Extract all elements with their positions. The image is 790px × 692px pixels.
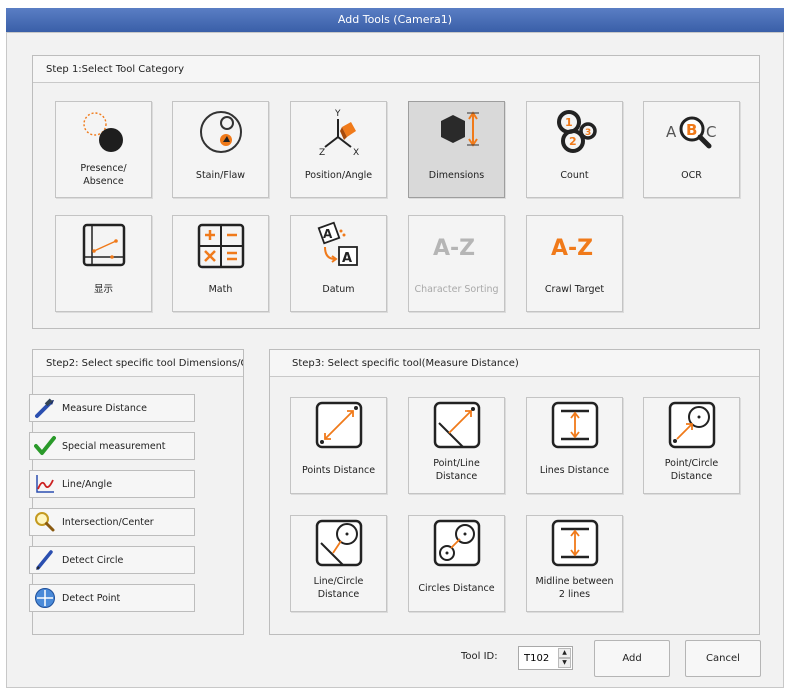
- svg-text:2: 2: [569, 135, 577, 148]
- step3-title: Step3: Select specific tool(Measure Dist…: [270, 350, 759, 377]
- window-title: Add Tools (Camera1): [6, 8, 784, 32]
- detect-point-button[interactable]: Detect Point: [29, 584, 195, 612]
- tile-chart-display[interactable]: 显示: [55, 215, 152, 312]
- svg-text:3: 3: [585, 128, 591, 138]
- svg-text:1: 1: [565, 116, 573, 129]
- svg-text:A: A: [323, 227, 333, 241]
- tile-label: Line/Circle Distance: [313, 576, 364, 600]
- tile-count[interactable]: 1 2 3 Count: [526, 101, 623, 198]
- caliper-icon: [35, 398, 54, 418]
- tile-points-distance[interactable]: Points Distance: [290, 397, 387, 494]
- circles-distance-icon: [433, 519, 480, 567]
- svg-text:A: A: [666, 123, 677, 141]
- svg-text:Z: Z: [319, 148, 325, 157]
- dimensions-icon: [440, 111, 479, 147]
- tile-midline[interactable]: Midline between 2 lines: [526, 515, 623, 612]
- spin-arrows: ▲ ▼: [558, 648, 571, 668]
- tile-circles-distance[interactable]: Circles Distance: [408, 515, 505, 612]
- svg-text:B: B: [686, 121, 697, 139]
- add-tools-dialog: Step 1:Select Tool Category Presence/ Ab…: [6, 32, 784, 688]
- points-distance-icon: [315, 401, 362, 449]
- special-measurement-button[interactable]: Special measurement: [29, 432, 195, 460]
- tile-label: Midline between 2 lines: [535, 576, 614, 600]
- lines-distance-icon: [551, 401, 598, 449]
- tool-id-input[interactable]: [519, 647, 557, 669]
- svg-text:A: A: [342, 251, 352, 266]
- special-measurement-label: Special measurement: [62, 440, 166, 452]
- tile-datum[interactable]: A A Datum: [290, 215, 387, 312]
- spin-down-icon[interactable]: ▼: [558, 658, 571, 668]
- svg-text:X: X: [353, 148, 359, 157]
- detect-point-label: Detect Point: [62, 592, 121, 604]
- tile-line-circle-distance[interactable]: Line/Circle Distance: [290, 515, 387, 612]
- tile-math[interactable]: Math: [172, 215, 269, 312]
- line-graph-icon: [36, 475, 54, 493]
- intersection-center-label: Intersection/Center: [62, 516, 154, 528]
- line-angle-button[interactable]: Line/Angle: [29, 470, 195, 498]
- count-icon: 1 2 3: [556, 110, 597, 153]
- step1-title: Step 1:Select Tool Category: [33, 56, 759, 83]
- stain-flaw-icon: [199, 111, 242, 153]
- crawl-target-icon: A-Z: [551, 236, 593, 261]
- tile-position-angle[interactable]: Y Z X Position/Angle: [290, 101, 387, 198]
- intersection-center-button[interactable]: Intersection/Center: [29, 508, 195, 536]
- svg-text:A-Z: A-Z: [551, 236, 593, 261]
- character-sorting-icon: A-Z: [433, 236, 475, 261]
- datum-icon: A A: [317, 221, 358, 266]
- measure-distance-label: Measure Distance: [62, 402, 147, 414]
- checkmark-icon: [34, 436, 56, 455]
- add-button[interactable]: Add: [594, 640, 670, 677]
- tile-point-circle-distance[interactable]: Point/Circle Distance: [643, 397, 740, 494]
- tool-id-label: Tool ID:: [461, 651, 498, 662]
- point-line-distance-icon: [433, 401, 480, 449]
- tool-id-spinbox[interactable]: ▲ ▼: [518, 646, 573, 670]
- svg-text:Y: Y: [334, 109, 341, 119]
- crosshair-icon: [35, 588, 55, 608]
- magnifier-icon: [35, 512, 55, 532]
- tile-label: Count: [560, 169, 589, 181]
- tile-label: Point/Line Distance: [433, 458, 480, 482]
- position-angle-icon: Y Z X: [319, 109, 359, 157]
- tile-label: Dimensions: [428, 169, 485, 181]
- tile-crawl-target[interactable]: A-Z Crawl Target: [526, 215, 623, 312]
- tile-lines-distance[interactable]: Lines Distance: [526, 397, 623, 494]
- step2-title: Step2: Select specific tool Dimensions/G…: [33, 350, 243, 377]
- tile-dimensions[interactable]: Dimensions: [408, 101, 505, 198]
- line-circle-distance-icon: [315, 519, 362, 567]
- tile-label: Math: [208, 283, 233, 295]
- measure-distance-button[interactable]: Measure Distance: [29, 394, 195, 422]
- svg-text:A-Z: A-Z: [433, 236, 475, 261]
- math-icon: [197, 223, 244, 269]
- tile-label: Circles Distance: [418, 582, 495, 594]
- detect-circle-label: Detect Circle: [62, 554, 124, 566]
- chart-display-icon: [82, 223, 125, 267]
- tile-label: Presence/ Absence: [80, 163, 127, 187]
- svg-text:C: C: [706, 123, 716, 141]
- tile-presence-absence[interactable]: Presence/ Absence: [55, 101, 152, 198]
- line-angle-label: Line/Angle: [62, 478, 113, 490]
- tile-label: Position/Angle: [304, 169, 373, 181]
- tile-label: Stain/Flaw: [195, 169, 246, 181]
- cancel-button[interactable]: Cancel: [685, 640, 761, 677]
- detect-circle-button[interactable]: Detect Circle: [29, 546, 195, 574]
- tile-character-sorting: A-Z Character Sorting: [408, 215, 505, 312]
- pen-icon: [36, 550, 53, 570]
- tile-label: Lines Distance: [539, 464, 610, 476]
- tile-label: Point/Circle Distance: [664, 458, 719, 482]
- spin-up-icon[interactable]: ▲: [558, 648, 571, 658]
- tile-label: Crawl Target: [544, 283, 605, 295]
- point-circle-distance-icon: [668, 401, 715, 449]
- tile-label: Datum: [322, 283, 355, 295]
- presence-absence-icon: [82, 112, 123, 152]
- tile-point-line-distance[interactable]: Point/Line Distance: [408, 397, 505, 494]
- tile-stain-flaw[interactable]: Stain/Flaw: [172, 101, 269, 198]
- tile-label: Character Sorting: [414, 283, 499, 295]
- ocr-icon: A C B: [666, 116, 716, 149]
- tile-ocr[interactable]: A C B OCR: [643, 101, 740, 198]
- tile-label: Points Distance: [301, 464, 376, 476]
- midline-icon: [551, 519, 598, 567]
- tile-label: 显示: [93, 283, 113, 295]
- tile-label: OCR: [681, 169, 702, 181]
